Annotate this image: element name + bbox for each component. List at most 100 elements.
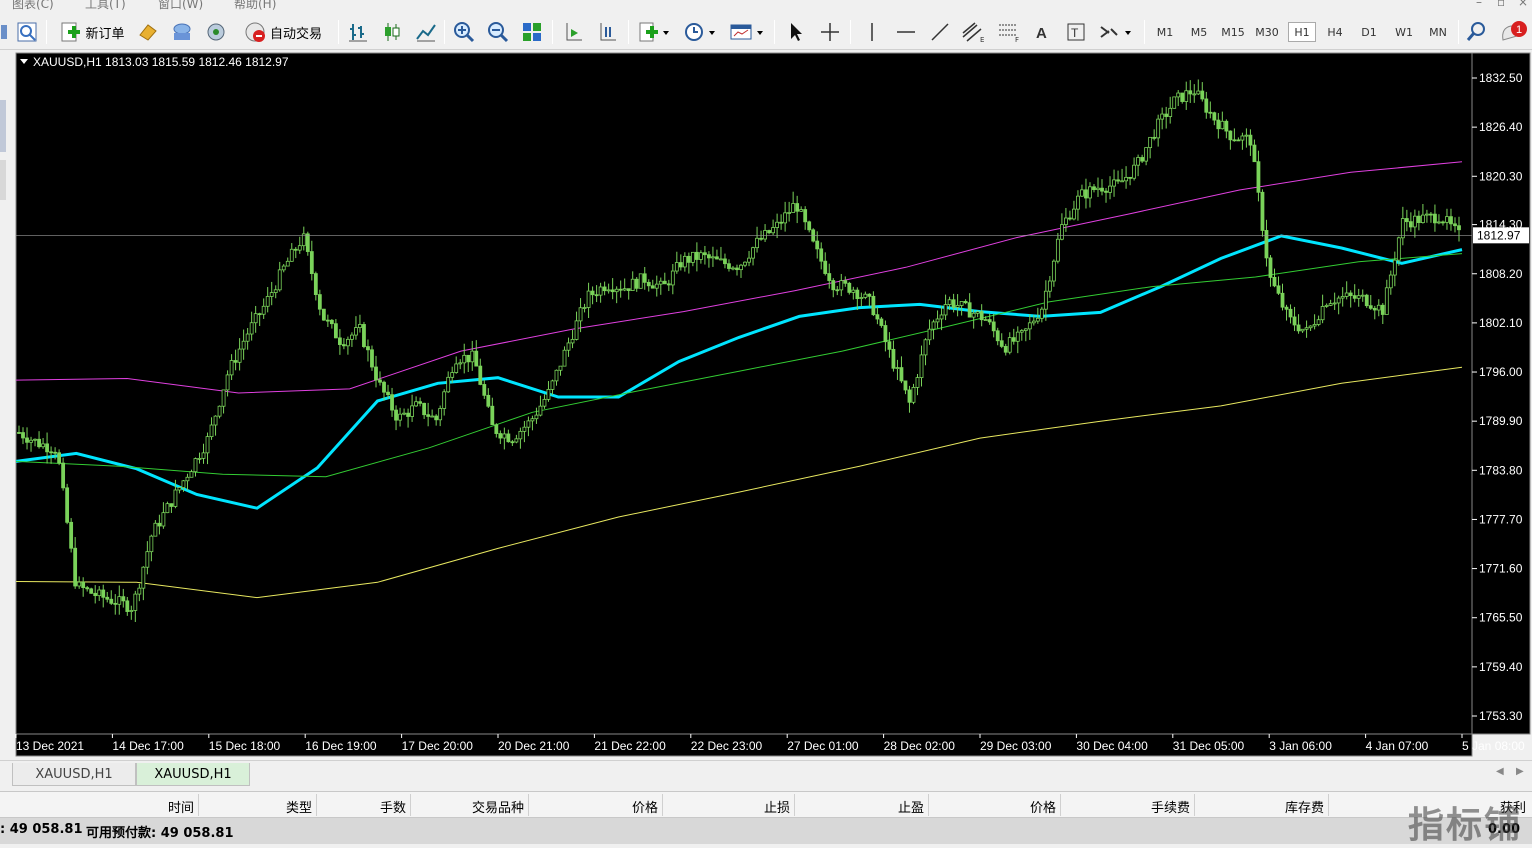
col-current-price[interactable]: 价格	[960, 797, 1056, 816]
notifications-icon[interactable]: 1	[1498, 19, 1530, 45]
horizontal-line-icon[interactable]	[894, 19, 918, 45]
col-take-profit[interactable]: 止盈	[830, 797, 924, 816]
search-icon[interactable]	[1464, 19, 1488, 45]
price-tick-label: 1832.50	[1479, 71, 1523, 85]
col-symbol[interactable]: 交易品种	[420, 797, 524, 816]
candle-body	[29, 439, 33, 443]
tf-m30[interactable]: M30	[1252, 22, 1282, 42]
candle-body	[237, 348, 242, 363]
tf-w1[interactable]: W1	[1390, 22, 1418, 42]
periods-dropdown[interactable]	[682, 19, 718, 45]
tf-d1[interactable]: D1	[1356, 22, 1382, 42]
candle-body	[618, 288, 623, 291]
autoscroll-icon[interactable]	[560, 19, 586, 45]
minimize-button[interactable]: –	[1476, 0, 1482, 9]
candlestick-icon[interactable]	[380, 19, 404, 45]
candle-body	[61, 462, 66, 489]
candle-body	[277, 269, 282, 291]
template-icon	[730, 24, 763, 40]
candle-body	[1180, 92, 1185, 102]
candle-body	[719, 258, 723, 261]
time-tick-label: 20 Dec 21:00	[498, 739, 570, 753]
time-tick-label: 21 Dec 22:00	[594, 739, 666, 753]
chart-shift-icon[interactable]	[594, 19, 620, 45]
indicators-dropdown[interactable]	[636, 19, 672, 45]
candle-body	[145, 551, 150, 568]
candle-body	[803, 209, 808, 223]
new-order-button[interactable]: 新订单	[54, 19, 130, 45]
col-stop-loss[interactable]: 止损	[700, 797, 790, 816]
col-price[interactable]: 价格	[560, 797, 658, 816]
candle-body	[1441, 221, 1445, 224]
candle-body	[273, 289, 278, 293]
menu-window[interactable]: 窗口(W)	[158, 0, 203, 12]
metaeditor-icon[interactable]	[136, 19, 160, 45]
candle-body	[859, 297, 864, 299]
svg-text:F: F	[1015, 36, 1019, 43]
candle-body	[558, 365, 563, 371]
candle-body	[77, 581, 82, 587]
market-watch-icon[interactable]	[14, 19, 40, 45]
price-tick-label: 1789.90	[1479, 414, 1523, 428]
crosshair-icon[interactable]	[818, 19, 842, 45]
arrows-dropdown[interactable]	[1096, 19, 1136, 45]
candle-body	[1380, 304, 1385, 315]
signals-icon[interactable]	[170, 19, 194, 45]
cursor-icon[interactable]	[784, 19, 808, 45]
candle-body	[454, 363, 459, 373]
line-chart-icon[interactable]	[414, 19, 438, 45]
tf-mn[interactable]: MN	[1424, 22, 1452, 42]
market-icon[interactable]	[204, 19, 228, 45]
col-type[interactable]: 类型	[230, 797, 312, 816]
menu-tools[interactable]: 工具(T)	[85, 0, 126, 12]
tf-m1[interactable]: M1	[1152, 22, 1178, 42]
cut-icon[interactable]	[0, 19, 10, 45]
candle-body	[394, 409, 398, 421]
alert-count: 1	[1516, 24, 1522, 36]
candle-body	[518, 430, 523, 440]
tab-scroll-left-icon[interactable]: ◀	[1496, 766, 1504, 777]
candle-body	[165, 503, 170, 514]
text-icon[interactable]: A	[1030, 19, 1054, 45]
menu-chart[interactable]: 图表(C)	[12, 0, 54, 12]
tf-m5[interactable]: M5	[1186, 22, 1212, 42]
tf-h1[interactable]: H1	[1288, 22, 1316, 42]
zoom-out-icon[interactable]	[486, 19, 510, 45]
tf-h4[interactable]: H4	[1322, 22, 1348, 42]
zoom-in-icon[interactable]	[452, 19, 476, 45]
col-time[interactable]: 时间	[110, 797, 194, 816]
menu-help[interactable]: 帮助(H)	[234, 0, 276, 12]
templates-dropdown[interactable]	[728, 19, 766, 45]
tab-scroll-right-icon[interactable]: ▶	[1516, 766, 1524, 777]
restore-button[interactable]: ▫	[1497, 0, 1505, 9]
col-volume[interactable]: 手数	[330, 797, 406, 816]
text-label-icon[interactable]: T	[1064, 19, 1088, 45]
candle-body	[1236, 139, 1241, 142]
candle-body	[69, 521, 74, 549]
candle-body	[1396, 237, 1401, 261]
tile-windows-icon[interactable]	[520, 19, 544, 45]
close-button[interactable]: ×	[1518, 0, 1528, 9]
fibonacci-icon[interactable]: F	[996, 19, 1024, 45]
candle-body	[257, 313, 262, 316]
candle-body	[582, 307, 587, 309]
autotrade-button[interactable]: 自动交易	[236, 19, 330, 45]
svg-text:E: E	[980, 36, 984, 43]
vertical-line-icon[interactable]	[860, 19, 884, 45]
tab-xauusd-h1-1[interactable]: XAUUSD,H1	[12, 763, 136, 786]
tf-m15[interactable]: M15	[1218, 22, 1248, 42]
price-chart[interactable]: 1832.501826.401820.301814.301808.201802.…	[0, 50, 1532, 760]
equidistant-channel-icon[interactable]: E	[960, 19, 988, 45]
candle-body	[422, 402, 427, 416]
col-swap[interactable]: 库存费	[1226, 797, 1324, 816]
trendline-icon[interactable]	[928, 19, 952, 45]
col-commission[interactable]: 手续费	[1094, 797, 1190, 816]
candle-body	[630, 278, 635, 291]
bar-chart-icon[interactable]	[346, 19, 370, 45]
candle-body	[249, 322, 254, 335]
tab-xauusd-h1-2[interactable]: XAUUSD,H1	[136, 763, 250, 786]
candle-body	[1051, 260, 1056, 282]
candle-body	[843, 280, 848, 284]
candle-body	[285, 260, 290, 267]
menu-bar: 图表(C) 工具(T) 窗口(W) 帮助(H) – ▫ ×	[0, 0, 1532, 14]
